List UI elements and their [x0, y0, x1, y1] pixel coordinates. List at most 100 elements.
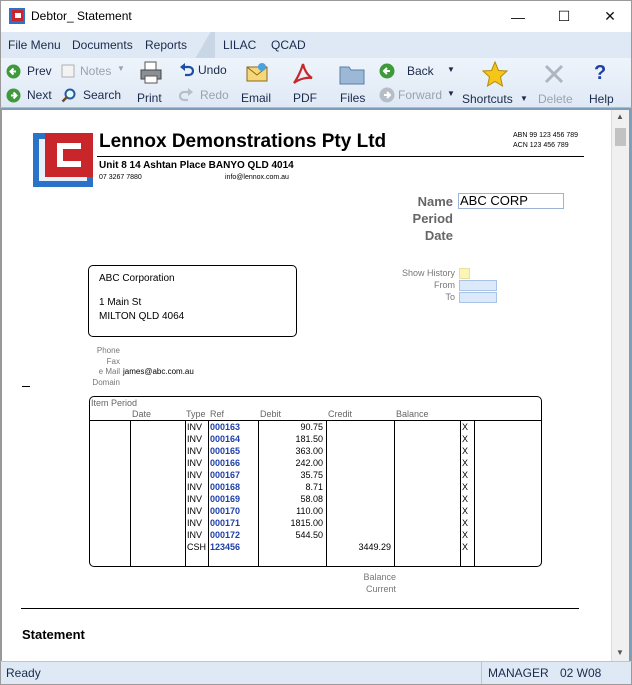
chevron-down-icon: ▼: [520, 94, 528, 103]
row-ref: 000169: [210, 494, 241, 504]
undo-button[interactable]: Undo: [179, 61, 231, 81]
forward-label: Forward: [398, 88, 443, 102]
notes-label: Notes: [80, 64, 112, 78]
star-icon: [481, 60, 509, 90]
row-flag: X: [462, 458, 469, 468]
customer-email: james@abc.com.au: [123, 367, 194, 376]
status-divider: [481, 662, 482, 684]
menu-documents[interactable]: Documents: [72, 38, 133, 52]
redo-button[interactable]: Redo: [178, 86, 231, 106]
window-title: Debtor_ Statement: [31, 9, 132, 23]
status-text: Ready: [6, 666, 41, 680]
menu-lilac[interactable]: LILAC: [223, 38, 256, 52]
company-email: info@lennox.com.au: [225, 174, 289, 181]
company-abn: ABN 99 123 456 789: [513, 132, 578, 139]
search-label: Search: [83, 88, 122, 102]
files-label: Files: [340, 91, 366, 105]
row-type: INV: [187, 530, 203, 540]
next-button[interactable]: Next: [6, 87, 54, 105]
row-debit: 110.00: [296, 506, 323, 516]
print-button[interactable]: Print: [133, 61, 169, 105]
margin-mark: [22, 386, 30, 387]
header-rule: [97, 156, 584, 157]
search-button[interactable]: Search: [61, 87, 127, 105]
col-divider: [460, 420, 461, 567]
redo-icon: [178, 88, 194, 105]
period-label: Period: [412, 211, 453, 226]
shortcuts-label: Shortcuts: [462, 92, 513, 106]
row-ref: 000166: [210, 458, 241, 468]
row-type: INV: [187, 458, 203, 468]
name-field[interactable]: ABC CORP: [458, 193, 564, 209]
scroll-up-icon[interactable]: ▲: [616, 112, 624, 121]
row-type: INV: [187, 434, 203, 444]
row-flag: X: [462, 482, 469, 492]
row-flag: X: [462, 518, 469, 528]
back-label: Back: [407, 64, 434, 78]
fax-label: Fax: [106, 357, 120, 366]
row-ref: 000168: [210, 482, 241, 492]
redo-label: Redo: [200, 88, 229, 102]
delete-button[interactable]: Delete: [536, 61, 574, 106]
status-user: MANAGER: [488, 666, 549, 680]
scroll-thumb[interactable]: [615, 128, 626, 146]
col-divider: [394, 420, 395, 567]
row-ref: 000167: [210, 470, 241, 480]
email-label: Email: [241, 91, 272, 105]
shortcuts-button[interactable]: Shortcuts ▼: [462, 60, 530, 106]
name-label: Name: [417, 194, 453, 209]
row-flag: X: [462, 506, 469, 516]
col-divider: [185, 420, 186, 567]
search-icon: [61, 88, 76, 106]
balance-label: Balance: [363, 572, 396, 582]
forward-button[interactable]: Forward ▼: [379, 86, 457, 106]
minimize-button[interactable]: —: [495, 1, 541, 32]
to-date-field[interactable]: [459, 292, 497, 303]
menu-file[interactable]: File Menu: [8, 38, 61, 52]
company-acn: ACN 123 456 789: [513, 142, 569, 149]
row-ref: 000170: [210, 506, 241, 516]
prev-button[interactable]: Prev: [6, 63, 54, 81]
menu-qcad[interactable]: QCAD: [271, 38, 306, 52]
row-flag: X: [462, 470, 469, 480]
show-history-checkbox[interactable]: [459, 268, 470, 279]
email-button[interactable]: Email: [237, 61, 277, 105]
maximize-button[interactable]: ☐: [541, 1, 587, 32]
show-history-label: Show History: [401, 268, 455, 278]
pdf-label: PDF: [293, 91, 317, 105]
undo-icon: [179, 63, 195, 80]
row-flag: X: [462, 494, 469, 504]
company-logo: [33, 133, 93, 187]
app-icon: [9, 8, 25, 24]
vertical-scrollbar[interactable]: ▲ ▼: [611, 110, 629, 661]
row-debit: 58.08: [300, 494, 323, 504]
pdf-button[interactable]: PDF: [287, 61, 319, 105]
back-arrow-icon: [379, 63, 395, 82]
row-flag: X: [462, 542, 469, 552]
customer-address-box: ABC Corporation 1 Main St MILTON QLD 406…: [88, 265, 297, 337]
current-label: Current: [365, 584, 396, 594]
printer-icon: [139, 61, 163, 88]
back-button[interactable]: Back ▼: [379, 62, 457, 82]
notes-button[interactable]: Notes ▼: [61, 63, 127, 81]
row-debit: 1815.00: [290, 518, 323, 528]
row-flag: X: [462, 530, 469, 540]
col-balance-header: Balance: [396, 409, 429, 419]
files-button[interactable]: Files: [335, 61, 369, 105]
col-date-header: Date: [132, 409, 152, 419]
close-button[interactable]: ✕: [587, 1, 632, 32]
row-flag: X: [462, 434, 469, 444]
row-flag: X: [462, 422, 469, 432]
menu-reports[interactable]: Reports: [145, 38, 187, 52]
delete-x-icon: [543, 63, 565, 88]
row-type: INV: [187, 422, 203, 432]
row-debit: 544.50: [295, 530, 323, 540]
scroll-down-icon[interactable]: ▼: [616, 648, 624, 657]
row-debit: 363.00: [295, 446, 323, 456]
col-debit-header: Debit: [260, 409, 282, 419]
envelope-icon: [245, 61, 269, 88]
help-question-icon: ?: [594, 62, 607, 84]
from-date-field[interactable]: [459, 280, 497, 291]
toolbar: Prev Next Notes ▼ Search Print Undo Redo…: [0, 58, 632, 108]
help-button[interactable]: ? Help: [586, 61, 620, 106]
